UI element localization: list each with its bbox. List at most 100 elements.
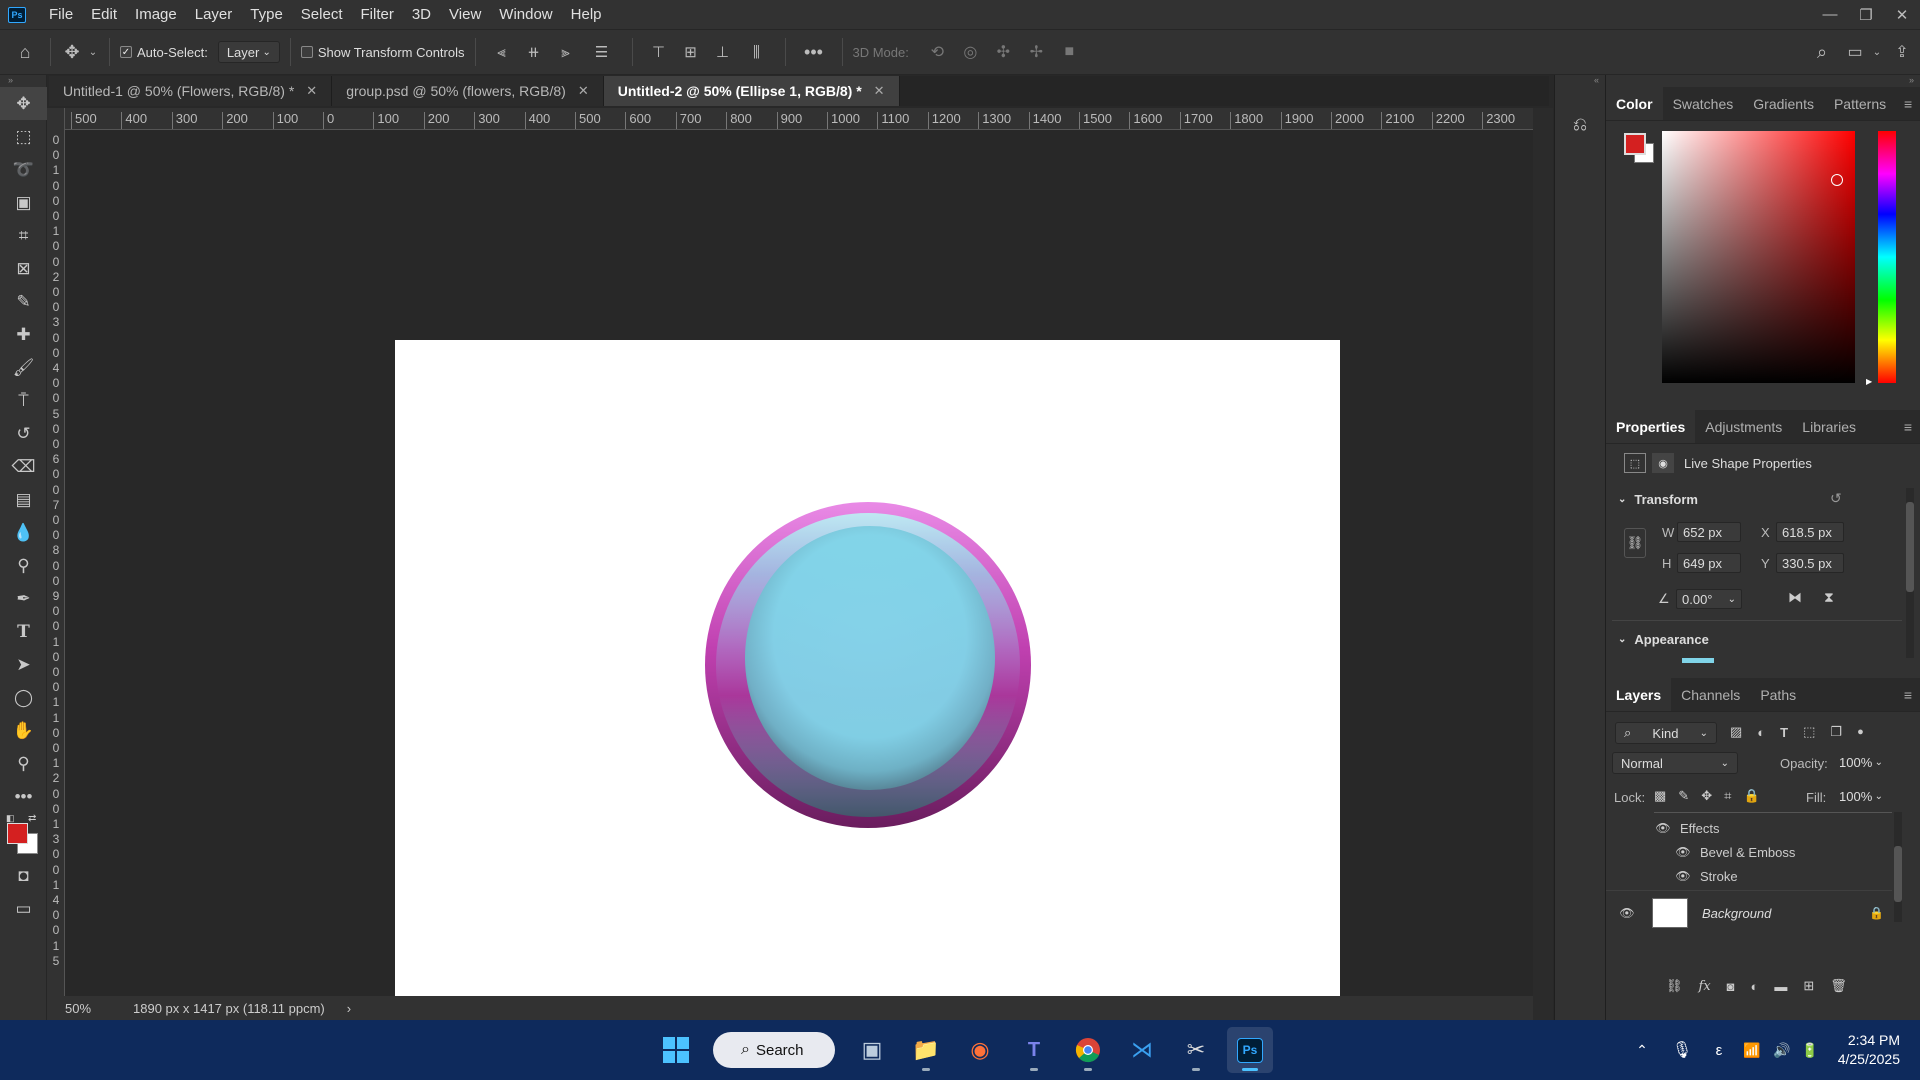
pen-tool-icon[interactable]: ✒ [0, 582, 47, 615]
snipping-tool-icon[interactable]: ✂ [1173, 1027, 1219, 1073]
flip-horizontal-icon[interactable]: ⧓ [1788, 589, 1802, 606]
more-tools-icon[interactable]: ••• [0, 780, 47, 813]
menu-type[interactable]: Type [241, 0, 292, 29]
distribute-vertical-icon[interactable]: ⫼ [739, 44, 775, 61]
visibility-eye-icon[interactable]: 👁 [1618, 906, 1636, 920]
photoshop-taskbar-icon[interactable]: Ps [1227, 1027, 1273, 1073]
marquee-tool-icon[interactable]: ⬚ [0, 120, 47, 153]
fill-color-swatch[interactable] [1682, 658, 1714, 663]
language-icon[interactable]: ε [1702, 1042, 1736, 1059]
zoom-tool-icon[interactable]: ⚲ [0, 747, 47, 780]
foreground-color-swatch[interactable] [1624, 133, 1646, 155]
effects-row[interactable]: 👁 Effects [1654, 816, 1719, 840]
firefox-icon[interactable]: ◉ [957, 1027, 1003, 1073]
swap-colors-icon[interactable]: ⇄ [28, 813, 36, 824]
menu-3d[interactable]: 3D [403, 0, 440, 29]
scrollbar-thumb[interactable] [1906, 502, 1914, 592]
start-button[interactable] [653, 1027, 699, 1073]
delete-layer-icon[interactable]: 🗑 [1830, 978, 1847, 994]
y-position-field[interactable]: 330.5 px [1776, 553, 1844, 573]
link-icon[interactable]: ⛓ [1624, 528, 1646, 558]
adjustment-filter-icon[interactable]: ◐ [1757, 725, 1765, 740]
flip-vertical-icon[interactable]: ⧗ [1824, 589, 1834, 606]
home-icon[interactable]: ⌂ [0, 42, 50, 63]
appearance-section-header[interactable]: ⌄ Appearance [1618, 632, 1709, 647]
width-field[interactable]: 652 px [1677, 522, 1741, 542]
close-tab-icon[interactable]: ✕ [578, 83, 589, 99]
tab-channels[interactable]: Channels [1671, 678, 1750, 711]
task-view-icon[interactable]: ▣ [849, 1027, 895, 1073]
move-tool-icon[interactable]: ✥ [57, 42, 87, 63]
move-tool-icon[interactable]: ✥ [0, 87, 47, 120]
menu-edit[interactable]: Edit [82, 0, 126, 29]
zoom-level[interactable]: 50% [65, 1001, 133, 1016]
layer-row-background[interactable]: 👁 Background 🔒 [1606, 892, 1892, 934]
menu-window[interactable]: Window [490, 0, 561, 29]
collapse-icon[interactable]: » [0, 75, 46, 87]
x-position-field[interactable]: 618.5 px [1776, 522, 1844, 542]
blend-mode-dropdown[interactable]: Normal ⌄ [1612, 752, 1738, 774]
mask-icon[interactable]: ◉ [1652, 453, 1674, 473]
canvas-vertical-scrollbar[interactable] [1533, 108, 1553, 1020]
close-tab-icon[interactable]: ✕ [306, 83, 317, 99]
workspace-icon[interactable]: ▭ [1840, 42, 1870, 62]
align-top-icon[interactable]: ⊤ [643, 43, 675, 61]
tab-untitled-1[interactable]: Untitled-1 @ 50% (Flowers, RGB/8) * ✕ [49, 76, 333, 106]
filter-toggle-icon[interactable]: ● [1857, 726, 1864, 738]
link-layers-icon[interactable]: ⛓ [1666, 978, 1683, 994]
align-right-icon[interactable]: ⫸ [550, 44, 582, 61]
battery-icon[interactable]: 🔋 [1796, 1042, 1824, 1059]
align-bottom-icon[interactable]: ⊥ [707, 43, 739, 61]
visibility-eye-icon[interactable]: 👁 [1654, 821, 1672, 835]
effect-bevel-emboss-row[interactable]: 👁 Bevel & Emboss [1674, 840, 1795, 864]
canvas-area[interactable] [65, 130, 1533, 996]
file-explorer-icon[interactable]: 📁 [903, 1027, 949, 1073]
lock-pixels-icon[interactable]: ✎ [1678, 788, 1689, 804]
saturation-brightness-field[interactable] [1662, 131, 1855, 383]
tab-group-psd[interactable]: group.psd @ 50% (flowers, RGB/8) ✕ [332, 76, 604, 106]
blur-tool-icon[interactable]: 💧 [0, 516, 47, 549]
opacity-field[interactable]: 100% ⌄ [1834, 752, 1888, 772]
close-tab-icon[interactable]: ✕ [874, 83, 885, 99]
tab-untitled-2[interactable]: Untitled-2 @ 50% (Ellipse 1, RGB/8) * ✕ [603, 76, 900, 106]
tab-adjustments[interactable]: Adjustments [1695, 410, 1792, 443]
tab-paths[interactable]: Paths [1750, 678, 1806, 711]
lock-position-icon[interactable]: ✥ [1701, 788, 1712, 804]
dodge-tool-icon[interactable]: ⚲ [0, 549, 47, 582]
restore-icon[interactable]: ❐ [1848, 0, 1884, 29]
chevron-down-icon[interactable]: ⌄ [87, 47, 99, 58]
auto-select-checkbox[interactable]: ✓ [120, 46, 132, 58]
hand-tool-icon[interactable]: ✋ [0, 714, 47, 747]
color-picker-marker[interactable] [1831, 174, 1843, 186]
collapse-icon[interactable]: » [1606, 75, 1920, 87]
panel-menu-icon[interactable]: ≡ [1896, 410, 1920, 443]
menu-help[interactable]: Help [562, 0, 611, 29]
clone-stamp-tool-icon[interactable]: ⍑ [0, 384, 47, 417]
more-options-icon[interactable]: ••• [796, 42, 832, 63]
panel-menu-icon[interactable]: ≡ [1896, 87, 1920, 120]
add-mask-icon[interactable]: ◙ [1727, 979, 1735, 994]
new-group-icon[interactable]: ▬ [1774, 979, 1787, 994]
align-center-icon[interactable]: ⧺ [518, 43, 550, 61]
show-hidden-icons-icon[interactable]: ⌃ [1622, 1042, 1662, 1059]
tab-color[interactable]: Color [1606, 87, 1663, 120]
quick-mask-icon[interactable]: ◘ [0, 859, 47, 892]
eyedropper-tool-icon[interactable]: ✎ [0, 285, 47, 318]
share-icon[interactable]: ⇪ [1884, 42, 1920, 62]
effect-stroke-row[interactable]: 👁 Stroke [1674, 864, 1737, 888]
collapse-icon[interactable]: « [1555, 75, 1605, 87]
horizontal-ruler[interactable]: 500 400 300 200 100 0 100 200 300 400 500 600 700 800… [65, 108, 1533, 130]
chrome-icon[interactable] [1065, 1027, 1111, 1073]
history-panel-icon[interactable]: ⎌ [1564, 109, 1596, 139]
pixel-filter-icon[interactable]: ▨ [1730, 724, 1742, 740]
lock-transparent-icon[interactable]: ▩ [1654, 788, 1666, 804]
ellipse-tool-icon[interactable]: ◯ [0, 681, 47, 714]
search-icon[interactable]: ⌕ [1804, 42, 1840, 63]
layer-filter-kind[interactable]: ⌕ Kind ⌄ [1615, 722, 1717, 744]
menu-filter[interactable]: Filter [352, 0, 403, 29]
hue-slider[interactable] [1878, 131, 1896, 383]
height-field[interactable]: 649 px [1677, 553, 1741, 573]
visibility-eye-icon[interactable]: 👁 [1674, 845, 1692, 859]
menu-image[interactable]: Image [126, 0, 186, 29]
adjustment-layer-icon[interactable]: ◐ [1751, 979, 1759, 994]
